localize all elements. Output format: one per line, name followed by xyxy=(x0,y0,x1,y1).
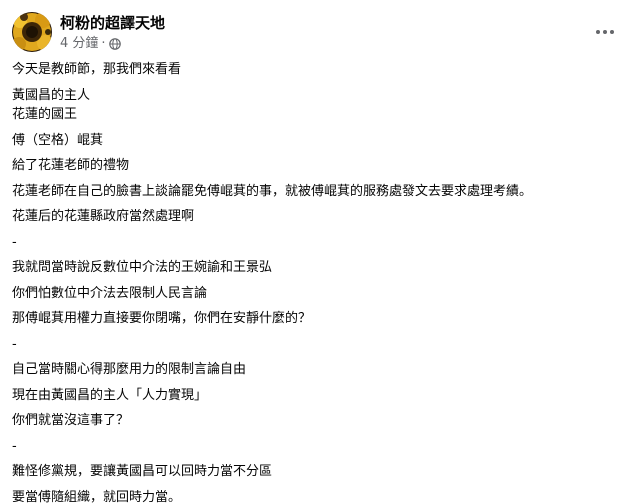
post-paragraph: 你們怕數位中介法去限制人民言論 xyxy=(12,284,623,304)
post-text-line: 你們就當沒這事了？ xyxy=(12,413,130,428)
post-paragraph: 給了花蓮老師的禮物 xyxy=(12,156,623,176)
post-text-line: 黃國昌的主人 xyxy=(12,87,91,103)
post-timestamp[interactable]: 4 分鐘 xyxy=(60,36,98,52)
facebook-post: 柯粉的超譯天地 4 分鐘 · 今天是教師節，那我們來看看 黃國昌的主人 花蓮的國王傅… xyxy=(0,0,635,503)
post-paragraph: 我就問當時說反數位中介法的王婉諭和王景弘 xyxy=(12,258,623,278)
post-text-line: - xyxy=(12,438,17,454)
page-name-link[interactable]: 柯粉的超譯天地 xyxy=(60,14,165,32)
more-horizontal-icon xyxy=(596,30,614,34)
post-paragraph: 現在由黃國昌的主人「人力實現」 xyxy=(12,386,623,406)
post-text-line: 難怪修黨規，要讓黃國昌可以回時力當不分區 xyxy=(12,464,273,479)
more-options-button[interactable] xyxy=(591,18,619,46)
post-paragraph: - xyxy=(12,437,623,457)
post-text-line: 自己當時關心得那麼用力的限制言論自由 xyxy=(12,362,247,377)
post-paragraph: 要當傅隨組織，就回時力當。 xyxy=(12,488,623,503)
post-text-line: 花蓮的國王 xyxy=(12,107,78,122)
post-text-line: 要當傅隨組織，就回時力當。 xyxy=(12,489,182,503)
post-text-line: 給了花蓮老師的禮物 xyxy=(12,158,130,173)
post-paragraph: 你們就當沒這事了？ xyxy=(12,411,623,431)
post-paragraph: 黃國昌的主人 花蓮的國王 xyxy=(12,86,623,125)
post-text: 今天是教師節，那我們來看看 黃國昌的主人 花蓮的國王 傅（空格）崐萁 給了花蓮老師的禮物… xyxy=(12,60,623,503)
post-paragraph: 花蓮后的花蓮縣政府當然處理啊 xyxy=(12,207,623,227)
post-header: 柯粉的超譯天地 4 分鐘 · xyxy=(12,12,623,54)
post-text-line: 傅（空格）崐萁 xyxy=(12,132,104,148)
post-paragraph: 今天是教師節，那我們來看看 xyxy=(12,60,623,80)
post-text-line: 今天是教師節，那我們來看看 xyxy=(12,62,182,77)
page-avatar[interactable] xyxy=(12,12,52,52)
post-paragraph: 難怪修黨規，要讓黃國昌可以回時力當不分區 xyxy=(12,462,623,482)
post-paragraph: - xyxy=(12,233,623,253)
post-text-line: - xyxy=(12,336,17,352)
post-paragraph: 自己當時關心得那麼用力的限制言論自由 xyxy=(12,360,623,380)
post-paragraph: 花蓮老師在自己的臉書上談論罷免傅崐萁的事，就被傅崐萁的服務處發文去要求處理考績。 xyxy=(12,182,623,202)
post-text-line: 我就問當時說反數位中介法的王婉諭和王景弘 xyxy=(12,260,273,275)
post-text-line: 那傅崐萁用權力直接要你閉嘴，你們在安靜什麼的？ xyxy=(12,311,312,326)
sunflower-avatar-image xyxy=(12,12,52,52)
post-text-line: - xyxy=(12,234,17,250)
post-paragraph: - xyxy=(12,335,623,355)
meta-separator: · xyxy=(101,36,106,51)
post-text-line: 花蓮老師在自己的臉書上談論罷免傅崐萁的事，就被傅崐萁的服務處發文去要求處理考績。 xyxy=(12,183,533,199)
post-text-line: 現在由黃國昌的主人「人力實現」 xyxy=(12,387,208,403)
globe-icon[interactable] xyxy=(108,38,121,50)
post-paragraph: 傅（空格）崐萁 xyxy=(12,131,623,151)
post-meta: 4 分鐘 · xyxy=(60,36,121,52)
post-paragraph: 那傅崐萁用權力直接要你閉嘴，你們在安靜什麼的？ xyxy=(12,309,623,329)
post-text-line: 你們怕數位中介法去限制人民言論 xyxy=(12,285,208,301)
post-text-line: 花蓮后的花蓮縣政府當然處理啊 xyxy=(12,209,195,224)
